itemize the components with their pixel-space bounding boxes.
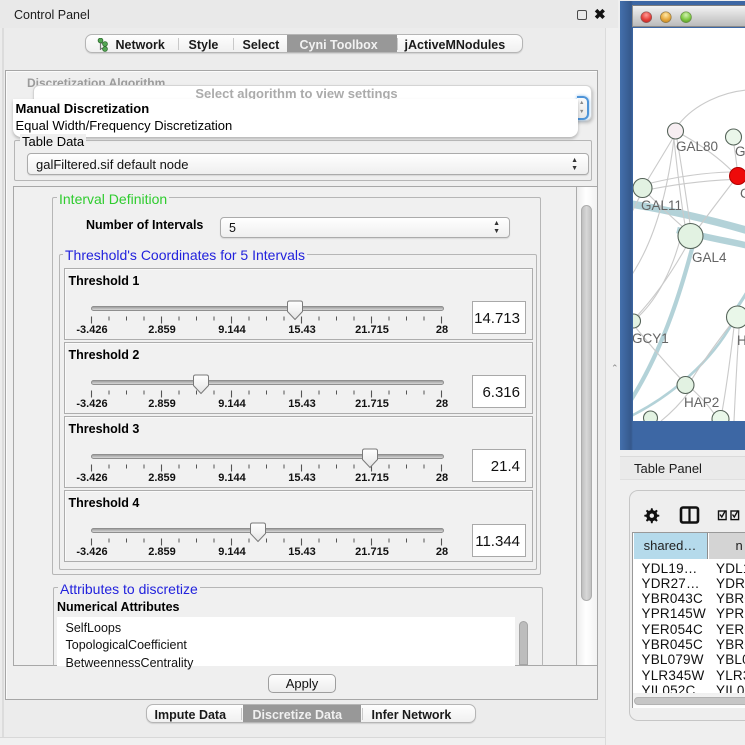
svg-text:GAL11: GAL11 bbox=[641, 198, 682, 213]
svg-text:HAP2: HAP2 bbox=[684, 395, 719, 410]
svg-text:GA: GA bbox=[735, 144, 745, 159]
svg-text:C: C bbox=[740, 186, 745, 201]
svg-text:GCY1: GCY1 bbox=[633, 331, 669, 346]
svg-text:GAL80: GAL80 bbox=[676, 139, 718, 154]
svg-text:GAL4: GAL4 bbox=[692, 250, 727, 265]
svg-text:H: H bbox=[737, 333, 745, 348]
